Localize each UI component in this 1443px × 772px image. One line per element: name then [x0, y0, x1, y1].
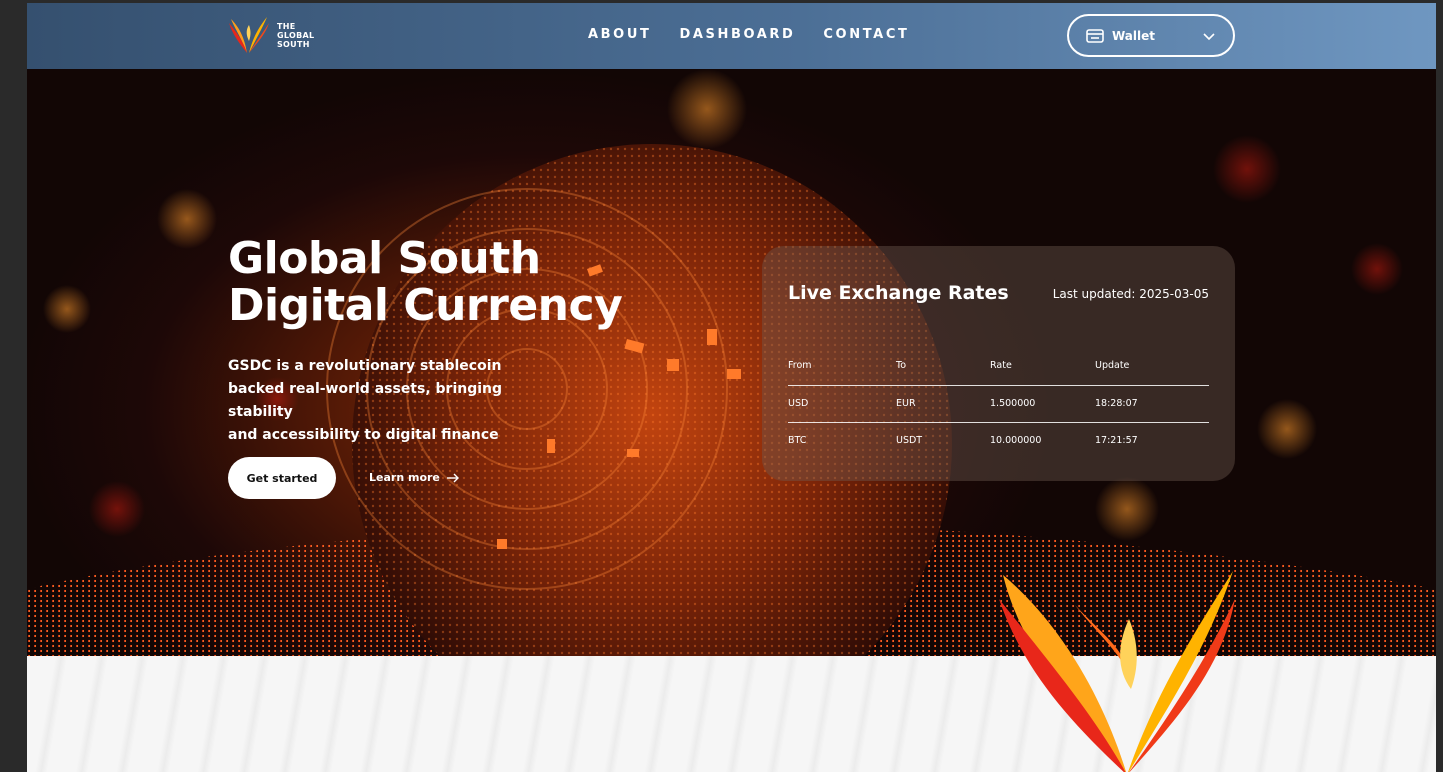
table-cell: 18:28:07: [1095, 385, 1209, 423]
hero-subtitle-line: and accessibility to digital finance: [228, 427, 499, 443]
flame-wings-logo-icon: [999, 571, 1235, 772]
hero-title-line: Global South: [228, 233, 541, 284]
flame-wings-logo-icon: [229, 17, 269, 53]
site-logo[interactable]: THE GLOBAL SOUTH: [227, 15, 314, 55]
learn-more-label: Learn more: [369, 471, 440, 484]
table-cell: USD: [788, 385, 896, 423]
exchange-rates-card: Live Exchange Rates Last updated: 2025-0…: [762, 246, 1235, 481]
arrow-right-icon: [446, 473, 459, 482]
main-nav: ABOUT DASHBOARD CONTACT: [588, 27, 937, 42]
column-header: Rate: [990, 354, 1095, 386]
wallet-icon: [1086, 28, 1104, 43]
nav-link-contact[interactable]: CONTACT: [823, 27, 909, 42]
chevron-down-icon: [1203, 33, 1215, 41]
column-header: From: [788, 354, 896, 386]
table-cell: EUR: [896, 385, 990, 423]
logo-line: SOUTH: [277, 39, 310, 49]
table-cell: USDT: [896, 435, 923, 447]
table-cell: 17:21:57: [1095, 435, 1138, 447]
logo-wordmark: THE GLOBAL SOUTH: [277, 22, 314, 49]
last-updated-text: Last updated: 2025-03-05: [1052, 287, 1209, 301]
get-started-button[interactable]: Get started: [228, 457, 336, 499]
column-header: To: [896, 354, 990, 386]
wallet-dropdown-button[interactable]: Wallet: [1067, 14, 1235, 57]
table-cell: 10.000000: [990, 435, 1042, 447]
table-header-row: From To Rate Update: [788, 354, 1209, 386]
logo-line: THE: [277, 21, 296, 31]
table-cell: BTC: [788, 435, 807, 447]
nav-link-dashboard[interactable]: DASHBOARD: [679, 27, 795, 42]
hero-subtitle: GSDC is a revolutionary stablecoin backe…: [228, 355, 568, 447]
table-row: BTC USDT 10.000000 17:21:57: [788, 422, 1209, 459]
nav-link-about[interactable]: ABOUT: [588, 27, 651, 42]
table-row: USD EUR 1.500000 18:28:07: [788, 385, 1209, 423]
hero-title-line: Digital Currency: [228, 280, 623, 331]
browser-viewport: THE GLOBAL SOUTH ABOUT DASHBOARD CONTACT…: [27, 3, 1436, 772]
exchange-rates-title: Live Exchange Rates: [788, 282, 1009, 304]
learn-more-link[interactable]: Learn more: [369, 471, 460, 484]
top-navbar: THE GLOBAL SOUTH ABOUT DASHBOARD CONTACT…: [27, 3, 1436, 69]
exchange-rates-table: From To Rate Update USD EUR 1.500000 18:…: [788, 354, 1209, 459]
hero-subtitle-line: backed real-world assets, bringing stabi…: [228, 381, 503, 420]
hero-title: Global South Digital Currency: [228, 233, 623, 331]
column-header: Update: [1095, 354, 1209, 386]
wallet-label: Wallet: [1112, 28, 1156, 43]
logo-line: GLOBAL: [277, 30, 315, 40]
hero-subtitle-line: GSDC is a revolutionary stablecoin: [228, 358, 502, 374]
table-cell: 1.500000: [990, 385, 1095, 423]
hero-section: Global South Digital Currency GSDC is a …: [27, 69, 1436, 656]
